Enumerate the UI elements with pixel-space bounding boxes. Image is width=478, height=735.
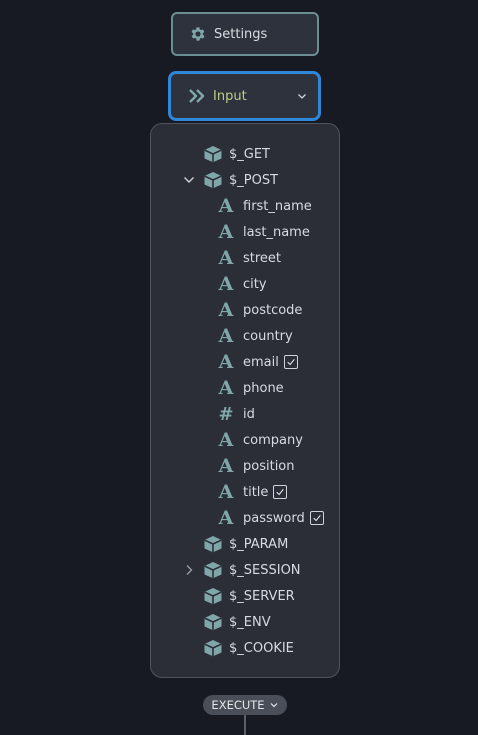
tree-item-post-label: $_POST: [229, 172, 279, 188]
tree-item-post[interactable]: $_POST: [203, 167, 278, 193]
post-field-position[interactable]: Aposition: [217, 453, 295, 479]
cube-icon: [203, 613, 223, 631]
chevron-down-icon: [269, 700, 279, 710]
checkbox[interactable]: [309, 511, 324, 525]
text-type-icon: A: [218, 481, 234, 503]
post-field-last-name-label: last_name: [243, 224, 310, 240]
chevron-right-icon[interactable]: [183, 564, 195, 576]
post-field-postcode-label: postcode: [243, 302, 303, 318]
tree-item-env-label: $_ENV: [229, 614, 271, 630]
cube-icon: [203, 145, 223, 163]
gear-icon: [189, 25, 207, 43]
chevron-down-icon: [296, 90, 308, 102]
tree-item-cookie[interactable]: $_COOKIE: [203, 635, 294, 661]
post-field-company-label: company: [243, 432, 303, 448]
post-field-city-label: city: [243, 276, 267, 292]
tree-item-env[interactable]: $_ENV: [203, 609, 271, 635]
post-field-position-label: position: [243, 458, 295, 474]
post-field-city[interactable]: Acity: [217, 271, 267, 297]
cube-icon: [203, 587, 223, 605]
text-type-icon: A: [218, 221, 234, 243]
post-field-email-label: email: [243, 354, 279, 370]
settings-button[interactable]: Settings: [171, 12, 319, 56]
post-field-password-label: password: [243, 510, 305, 526]
chevron-down-icon[interactable]: [183, 174, 195, 186]
tree-item-get[interactable]: $_GET: [203, 141, 270, 167]
tree-item-session[interactable]: $_SESSION: [203, 557, 301, 583]
execute-label: EXECUTE: [211, 698, 265, 712]
post-field-postcode[interactable]: Apostcode: [217, 297, 303, 323]
tree-item-cookie-label: $_COOKIE: [229, 640, 294, 656]
post-field-id[interactable]: # id: [217, 401, 255, 427]
post-field-street-label: street: [243, 250, 282, 266]
execute-button[interactable]: EXECUTE: [203, 695, 287, 715]
hash-icon: #: [218, 403, 234, 425]
input-label: Input: [213, 88, 247, 104]
text-type-icon: A: [218, 429, 234, 451]
post-field-country-label: country: [243, 328, 293, 344]
text-type-icon: A: [218, 351, 234, 373]
post-field-first-name-label: first_name: [243, 198, 312, 214]
cube-icon: [203, 171, 223, 189]
post-field-email[interactable]: Aemail: [217, 349, 298, 375]
tree-item-server-label: $_SERVER: [229, 588, 295, 604]
text-type-icon: A: [218, 273, 234, 295]
text-type-icon: A: [218, 247, 234, 269]
post-field-country[interactable]: Acountry: [217, 323, 293, 349]
double-chevron-right-icon: [188, 88, 206, 104]
post-field-phone[interactable]: Aphone: [217, 375, 284, 401]
tree-item-server[interactable]: $_SERVER: [203, 583, 295, 609]
post-field-company[interactable]: Acompany: [217, 427, 303, 453]
post-field-title[interactable]: Atitle: [217, 479, 288, 505]
post-field-last-name[interactable]: Alast_name: [217, 219, 310, 245]
text-type-icon: A: [218, 325, 234, 347]
post-field-id-label: id: [243, 406, 255, 422]
post-field-first-name[interactable]: Afirst_name: [217, 193, 312, 219]
tree-item-param-label: $_PARAM: [229, 536, 289, 552]
text-type-icon: A: [218, 195, 234, 217]
settings-label: Settings: [214, 26, 268, 42]
text-type-icon: A: [218, 507, 234, 529]
checkbox[interactable]: [273, 485, 288, 499]
cube-icon: [203, 639, 223, 657]
tree-item-param[interactable]: $_PARAM: [203, 531, 288, 557]
cube-icon: [203, 561, 223, 579]
post-field-title-label: title: [243, 484, 269, 500]
post-field-phone-label: phone: [243, 380, 284, 396]
post-field-password[interactable]: Apassword: [217, 505, 324, 531]
post-field-street[interactable]: Astreet: [217, 245, 281, 271]
tree-item-get-label: $_GET: [229, 146, 270, 162]
tree-item-session-label: $_SESSION: [229, 562, 301, 578]
input-dropdown-button[interactable]: Input: [168, 71, 321, 121]
connector-line: [244, 715, 246, 735]
text-type-icon: A: [218, 377, 234, 399]
text-type-icon: A: [218, 299, 234, 321]
cube-icon: [203, 535, 223, 553]
checkbox[interactable]: [283, 355, 298, 369]
text-type-icon: A: [218, 455, 234, 477]
